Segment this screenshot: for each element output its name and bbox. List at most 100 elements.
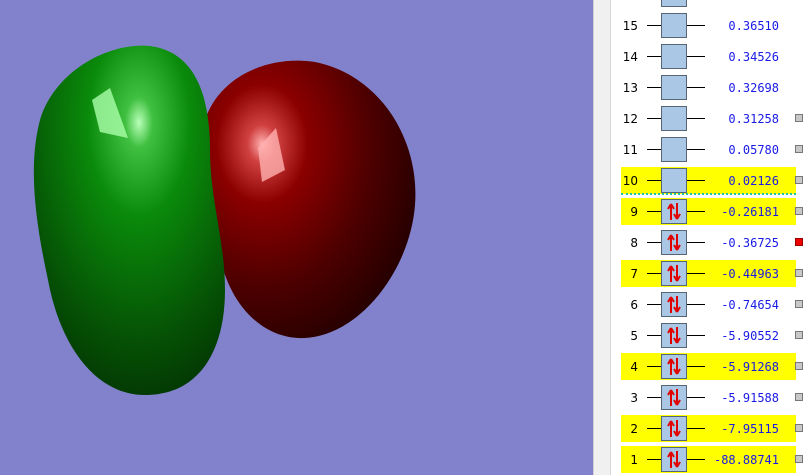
orbital-box[interactable] [661,44,687,69]
mo-row-13[interactable]: 13 0.32698 [611,72,811,103]
orbital-index: 2 [630,422,638,436]
level-line [687,25,705,26]
electron-pair-icon [667,203,681,220]
orbital-box[interactable] [661,416,687,441]
orbital-box[interactable] [661,199,687,224]
electron-pair-icon [667,296,681,313]
mo-row-partial [611,0,811,10]
orbital-index: 8 [630,236,638,250]
spin-up-arrow [667,389,675,406]
surface-toggle[interactable] [795,269,803,277]
level-line [647,211,661,212]
level-line [687,428,705,429]
orbital-box[interactable] [661,137,687,162]
orbital-index: 6 [630,298,638,312]
electron-pair-icon [667,420,681,437]
mo-row-4[interactable]: 4 -5.91268 [611,351,811,382]
orbital-energy: -5.91268 [721,360,779,374]
orbital-energy: -88.88741 [713,453,779,467]
orbital-3d-viewer[interactable] [0,0,593,475]
mo-row-6[interactable]: 6 -0.74654 [611,289,811,320]
level-line [687,366,705,367]
level-line [687,149,705,150]
mo-row-7[interactable]: 7 -0.44963 [611,258,811,289]
orbital-box[interactable] [661,385,687,410]
orbital-index: 15 [622,19,638,33]
surface-toggle[interactable] [795,238,803,246]
surface-toggle[interactable] [795,331,803,339]
orbital-box[interactable] [661,323,687,348]
spin-down-arrow [673,265,681,282]
orbital-isosurface[interactable] [0,0,593,475]
orbital-box[interactable] [661,292,687,317]
mo-row-12[interactable]: 12 0.31258 [611,103,811,134]
spin-up-arrow [667,234,675,251]
level-line [687,397,705,398]
orbital-box[interactable] [661,261,687,286]
level-line [687,242,705,243]
orbital-box[interactable] [661,354,687,379]
orbital-index: 11 [622,143,638,157]
spin-down-arrow [673,358,681,375]
level-line [647,273,661,274]
electron-pair-icon [667,389,681,406]
mo-row-3[interactable]: 3 -5.91588 [611,382,811,413]
surface-toggle[interactable] [795,207,803,215]
orbital-box[interactable] [661,230,687,255]
orbital-index: 7 [630,267,638,281]
orbital-energy: 0.31258 [728,112,779,126]
orbital-index: 9 [630,205,638,219]
level-line [687,211,705,212]
mo-row-15[interactable]: 15 0.36510 [611,10,811,41]
surface-toggle[interactable] [795,145,803,153]
orbital-box[interactable] [661,447,687,472]
mo-row-14[interactable]: 14 0.34526 [611,41,811,72]
mo-row-11[interactable]: 11 0.05780 [611,134,811,165]
surface-toggle[interactable] [795,393,803,401]
orbital-index: 5 [630,329,638,343]
level-line [647,397,661,398]
orbital-box[interactable] [661,0,687,7]
negative-lobe[interactable] [33,45,225,395]
mo-row-1[interactable]: 1 -88.88741 [611,444,811,475]
orbital-box[interactable] [661,106,687,131]
level-line [647,366,661,367]
orbital-box[interactable] [661,75,687,100]
spin-down-arrow [673,451,681,468]
mo-row-10[interactable]: 10 0.02126 [611,165,811,196]
level-line [687,118,705,119]
orbital-box[interactable] [661,168,687,193]
orbital-index: 4 [630,360,638,374]
surface-toggle[interactable] [795,362,803,370]
level-line [647,56,661,57]
surface-toggle[interactable] [795,114,803,122]
level-line [687,273,705,274]
orbital-box[interactable] [661,13,687,38]
level-line [687,304,705,305]
orbital-energy: 0.36510 [728,19,779,33]
orbital-index: 14 [622,50,638,64]
surface-toggle[interactable] [795,455,803,463]
mo-row-5[interactable]: 5 -5.90552 [611,320,811,351]
orbital-energy: -5.91588 [721,391,779,405]
surface-toggle[interactable] [795,176,803,184]
panel-splitter[interactable] [593,0,611,475]
level-line [647,428,661,429]
positive-lobe[interactable] [202,60,416,339]
orbital-index: 3 [630,391,638,405]
electron-pair-icon [667,265,681,282]
electron-pair-icon [667,234,681,251]
mo-row-8[interactable]: 8 -0.36725 [611,227,811,258]
electron-pair-icon [667,327,681,344]
orbital-energy: -0.74654 [721,298,779,312]
level-line [647,459,661,460]
orbital-index: 12 [622,112,638,126]
mo-energy-panel: 15 0.36510 14 0.34526 13 0.32698 12 0.31… [611,0,811,475]
surface-toggle[interactable] [795,300,803,308]
mo-row-2[interactable]: 2 -7.95115 [611,413,811,444]
level-line [647,242,661,243]
mo-row-9[interactable]: 9 -0.26181 [611,196,811,227]
surface-toggle[interactable] [795,424,803,432]
level-line [647,25,661,26]
orbital-index: 10 [622,174,638,188]
